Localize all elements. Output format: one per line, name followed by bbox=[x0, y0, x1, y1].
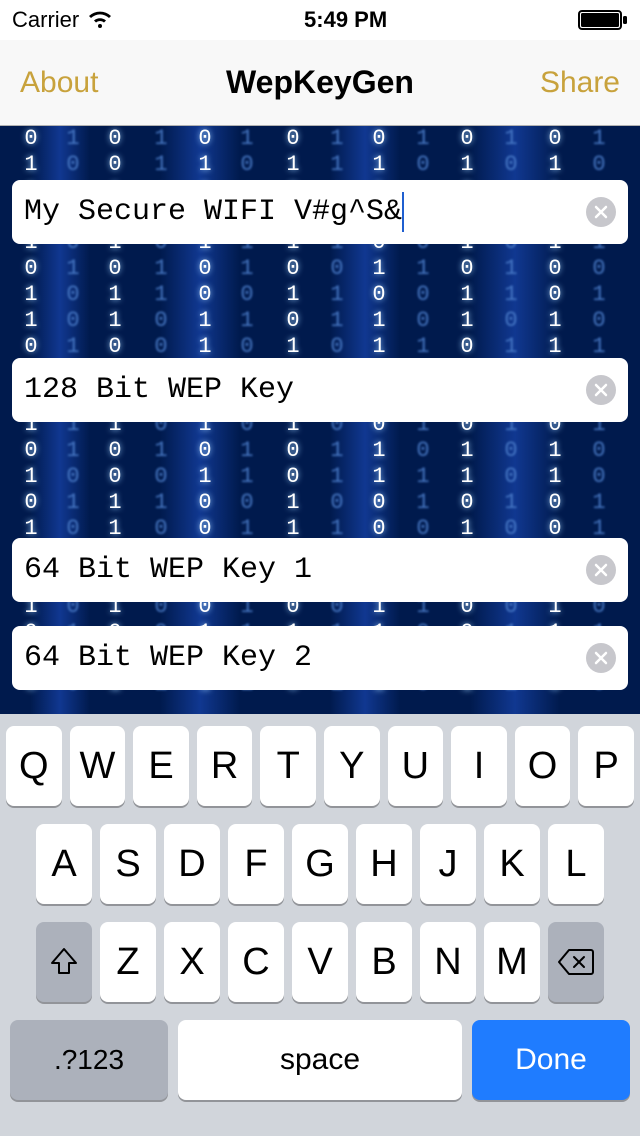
key-x[interactable]: X bbox=[164, 922, 220, 1002]
key-backspace[interactable] bbox=[548, 922, 604, 1002]
key-64-2-label: 64 Bit WEP Key 2 bbox=[24, 641, 586, 675]
key-e[interactable]: E bbox=[133, 726, 189, 806]
key-k[interactable]: K bbox=[484, 824, 540, 904]
key-n[interactable]: N bbox=[420, 922, 476, 1002]
close-icon bbox=[594, 205, 608, 219]
key-a[interactable]: A bbox=[36, 824, 92, 904]
carrier-label: Carrier bbox=[12, 7, 79, 33]
key-s[interactable]: S bbox=[100, 824, 156, 904]
key-b[interactable]: B bbox=[356, 922, 412, 1002]
clear-key128-button[interactable] bbox=[586, 375, 616, 405]
key-w[interactable]: W bbox=[70, 726, 126, 806]
key-h[interactable]: H bbox=[356, 824, 412, 904]
wifi-icon bbox=[87, 10, 113, 30]
key-u[interactable]: U bbox=[388, 726, 444, 806]
key-64-1-label: 64 Bit WEP Key 1 bbox=[24, 553, 586, 587]
keyboard-row-4: .?123 space Done bbox=[6, 1020, 634, 1100]
key-t[interactable]: T bbox=[260, 726, 316, 806]
key-shift[interactable] bbox=[36, 922, 92, 1002]
key-128-label: 128 Bit WEP Key bbox=[24, 373, 586, 407]
key-64-1-field[interactable]: 64 Bit WEP Key 1 bbox=[12, 538, 628, 602]
key-d[interactable]: D bbox=[164, 824, 220, 904]
nav-bar: About WepKeyGen Share bbox=[0, 40, 640, 126]
text-caret bbox=[402, 192, 404, 232]
share-button[interactable]: Share bbox=[540, 66, 620, 100]
passphrase-value: My Secure WIFI V#g^S& bbox=[24, 195, 402, 229]
about-button[interactable]: About bbox=[20, 66, 98, 100]
key-r[interactable]: R bbox=[197, 726, 253, 806]
content-area: 0110101100110101011010 10110100110110100… bbox=[0, 126, 640, 714]
key-64-2-field[interactable]: 64 Bit WEP Key 2 bbox=[12, 626, 628, 690]
keyboard-row-3: Z X C V B N M bbox=[6, 922, 634, 1002]
key-y[interactable]: Y bbox=[324, 726, 380, 806]
key-c[interactable]: C bbox=[228, 922, 284, 1002]
key-j[interactable]: J bbox=[420, 824, 476, 904]
close-icon bbox=[594, 651, 608, 665]
close-icon bbox=[594, 563, 608, 577]
shift-icon bbox=[48, 947, 80, 977]
status-bar: Carrier 5:49 PM bbox=[0, 0, 640, 40]
key-i[interactable]: I bbox=[451, 726, 507, 806]
key-o[interactable]: O bbox=[515, 726, 571, 806]
key-space[interactable]: space bbox=[178, 1020, 462, 1100]
keyboard-row-1: Q W E R T Y U I O P bbox=[6, 726, 634, 806]
clear-passphrase-button[interactable] bbox=[586, 197, 616, 227]
clear-key64-1-button[interactable] bbox=[586, 555, 616, 585]
clear-key64-2-button[interactable] bbox=[586, 643, 616, 673]
key-l[interactable]: L bbox=[548, 824, 604, 904]
close-icon bbox=[594, 383, 608, 397]
key-g[interactable]: G bbox=[292, 824, 348, 904]
backspace-icon bbox=[557, 948, 595, 976]
key-f[interactable]: F bbox=[228, 824, 284, 904]
key-128-field[interactable]: 128 Bit WEP Key bbox=[12, 358, 628, 422]
battery-icon bbox=[578, 10, 628, 30]
key-v[interactable]: V bbox=[292, 922, 348, 1002]
key-z[interactable]: Z bbox=[100, 922, 156, 1002]
keyboard-row-2: A S D F G H J K L bbox=[6, 824, 634, 904]
key-p[interactable]: P bbox=[578, 726, 634, 806]
key-q[interactable]: Q bbox=[6, 726, 62, 806]
keyboard: Q W E R T Y U I O P A S D F G H J K L Z … bbox=[0, 714, 640, 1136]
status-time: 5:49 PM bbox=[304, 7, 387, 33]
key-mode[interactable]: .?123 bbox=[10, 1020, 168, 1100]
key-m[interactable]: M bbox=[484, 922, 540, 1002]
key-done[interactable]: Done bbox=[472, 1020, 630, 1100]
passphrase-field[interactable]: My Secure WIFI V#g^S& bbox=[12, 180, 628, 244]
